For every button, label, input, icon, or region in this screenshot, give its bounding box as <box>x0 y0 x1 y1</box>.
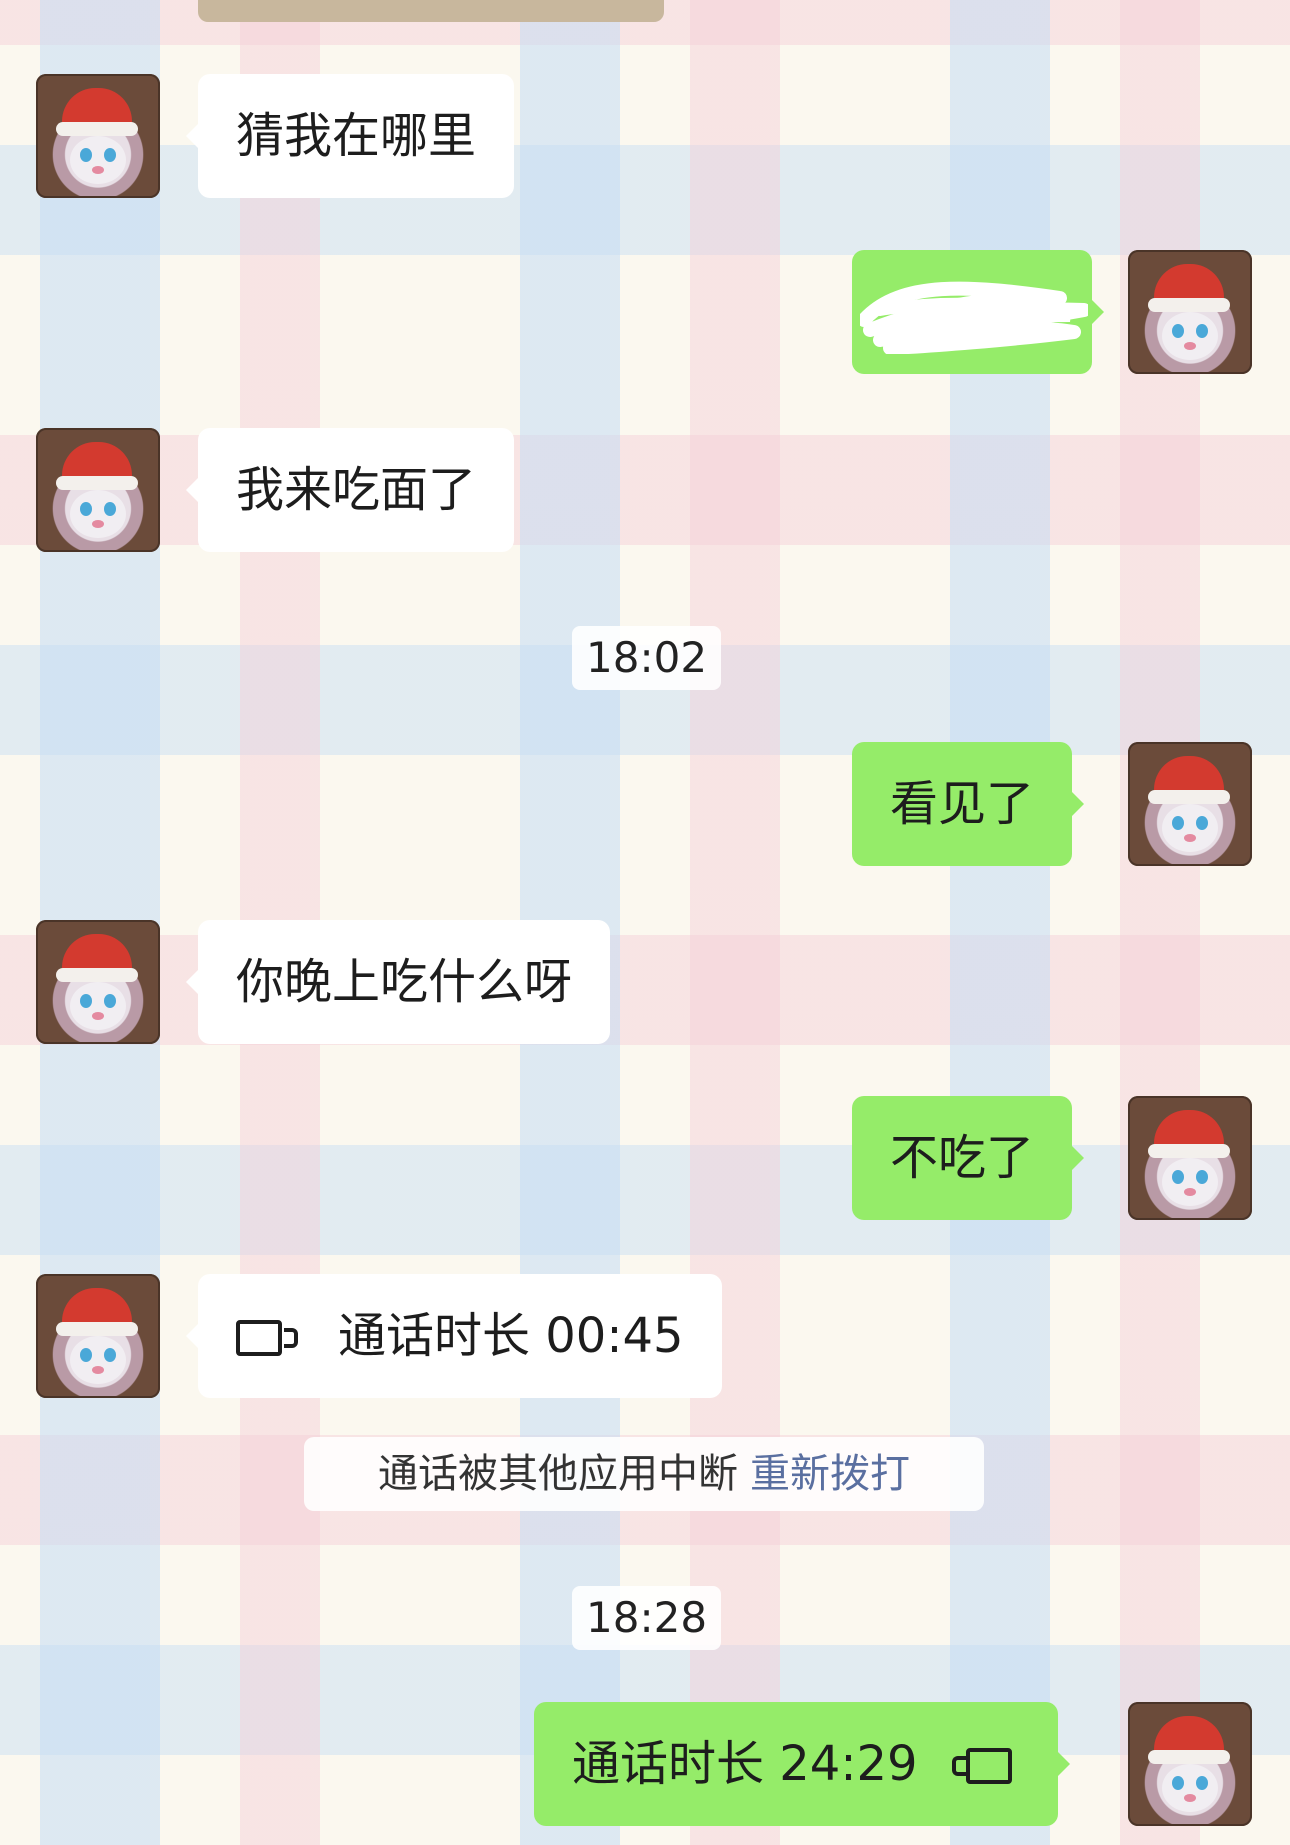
video-camera-icon <box>948 1746 1020 1788</box>
contact-avatar[interactable] <box>36 920 160 1044</box>
contact-avatar[interactable] <box>36 428 160 552</box>
notice-text: 通话被其他应用中断 <box>378 1451 738 1497</box>
my-avatar[interactable] <box>1128 1096 1252 1220</box>
message-text: 看见了 <box>890 776 1035 832</box>
message-text: 我来吃面了 <box>236 462 477 518</box>
call-duration-text: 通话时长 24:29 <box>572 1736 918 1792</box>
my-avatar[interactable] <box>1128 1702 1252 1826</box>
my-avatar[interactable] <box>1128 250 1252 374</box>
timestamp: 18:02 <box>572 626 722 690</box>
my-avatar[interactable] <box>1128 742 1252 866</box>
contact-avatar[interactable] <box>36 74 160 198</box>
message-text: 不吃了 <box>890 1130 1035 1186</box>
sent-message[interactable]: 不吃了 <box>852 1096 1085 1220</box>
received-message[interactable]: 猜我在哪里 <box>185 74 515 198</box>
video-call-record[interactable]: 通话时长 00:45 <box>186 1274 722 1398</box>
sent-message-redacted[interactable] <box>852 250 1104 374</box>
contact-avatar[interactable] <box>36 1274 160 1398</box>
message-text: 你晚上吃什么呀 <box>236 954 573 1010</box>
received-message[interactable]: 我来吃面了 <box>185 428 515 552</box>
redaction-scribble-icon <box>860 281 1088 354</box>
redial-link[interactable]: 重新拨打 <box>750 1451 910 1497</box>
call-duration-text: 通话时长 00:45 <box>338 1308 684 1364</box>
message-text: 猜我在哪里 <box>236 108 477 164</box>
timestamp: 18:28 <box>572 1586 722 1650</box>
video-call-record[interactable]: 通话时长 24:29 <box>534 1702 1070 1826</box>
video-camera-icon <box>236 1318 308 1360</box>
sent-message[interactable]: 看见了 <box>852 742 1085 866</box>
call-interrupted-notice: 通话被其他应用中断 重新拨打 <box>304 1437 984 1511</box>
received-message[interactable]: 你晚上吃什么呀 <box>185 920 611 1044</box>
previous-message-fragment <box>198 0 664 22</box>
